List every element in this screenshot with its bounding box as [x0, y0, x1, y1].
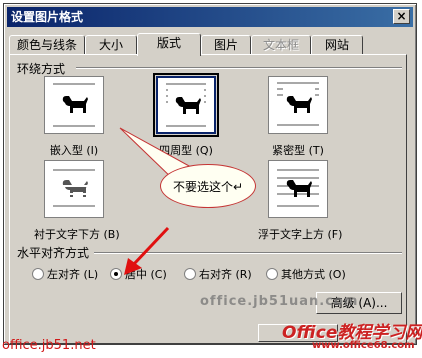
callout-bubble: 不要选这个↵: [160, 164, 256, 208]
red-arrow-shaft: [132, 226, 170, 266]
watermark-logo-url: www.office68.com: [312, 340, 415, 351]
watermark-bottom-left: office.jb51.net: [2, 338, 96, 353]
watermark-middle: office.jb51uan.com: [200, 294, 359, 309]
